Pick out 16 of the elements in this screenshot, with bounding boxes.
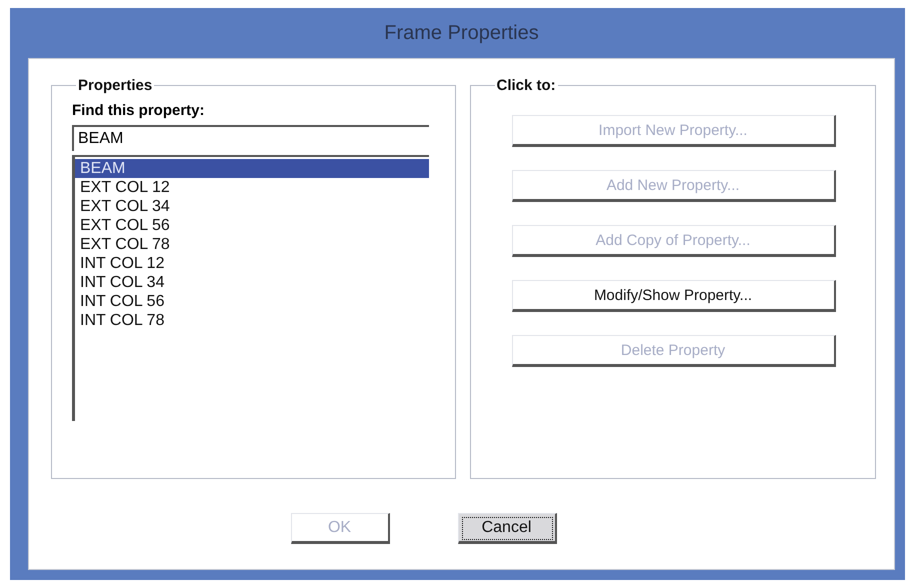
group-title: Click to: (496, 77, 556, 94)
list-item[interactable]: BEAM (75, 159, 429, 178)
dialog-button[interactable]: Cancel (458, 513, 556, 544)
action-button[interactable]: Modify/Show Property... (512, 280, 836, 312)
list-item[interactable]: EXT COL 34 (75, 197, 429, 216)
window-title: Frame Properties (384, 22, 539, 44)
find-label: Find this property: (72, 102, 206, 119)
list-item[interactable]: EXT COL 78 (75, 235, 429, 254)
list-item[interactable]: INT COL 12 (75, 254, 429, 273)
list-item[interactable]: EXT COL 56 (75, 216, 429, 235)
list-item[interactable]: INT COL 56 (75, 292, 429, 311)
search-field[interactable]: BEAM (72, 125, 429, 151)
list-item[interactable]: INT COL 34 (75, 273, 429, 292)
list-item[interactable]: INT COL 78 (75, 311, 429, 330)
group-title: Properties (78, 77, 152, 94)
list-item[interactable]: EXT COL 12 (75, 178, 429, 197)
